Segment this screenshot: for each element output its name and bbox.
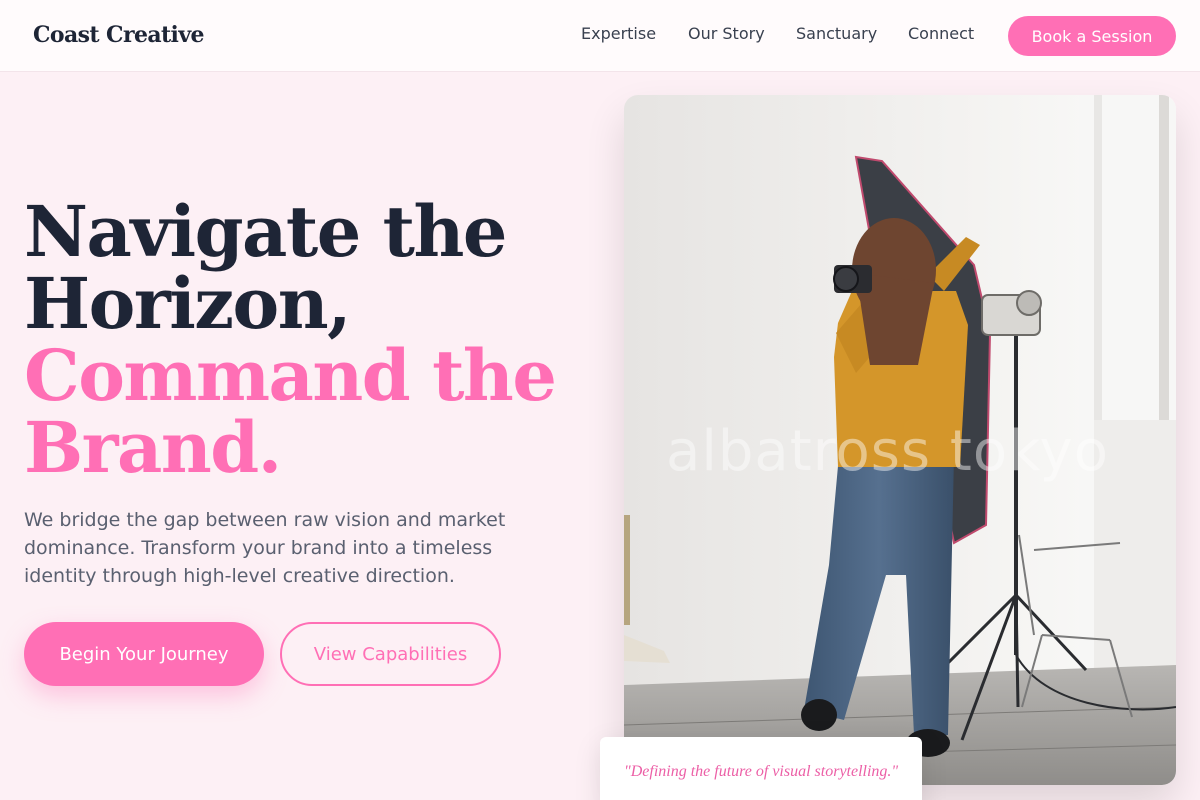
book-session-button[interactable]: Book a Session bbox=[1008, 16, 1176, 56]
hero-title: Navigate the Horizon, Command the Brand. bbox=[24, 196, 584, 484]
hero-title-line-4: Brand. bbox=[24, 406, 282, 489]
hero-subtitle: We bridge the gap between raw vision and… bbox=[24, 509, 506, 587]
quote-card: "Defining the future of visual storytell… bbox=[600, 737, 922, 800]
quote-text: "Defining the future of visual storytell… bbox=[624, 763, 899, 780]
site-header: Coast Creative Expertise Our Story Sanct… bbox=[0, 0, 1200, 72]
image-watermark: albatross tokyo bbox=[666, 419, 1109, 484]
nav-link-connect[interactable]: Connect bbox=[908, 24, 974, 43]
hero-title-line-3: Command the bbox=[24, 334, 557, 417]
nav-link-sanctuary[interactable]: Sanctuary bbox=[796, 24, 877, 43]
hero-title-line-2: Horizon, bbox=[24, 262, 352, 345]
nav-link-our-story[interactable]: Our Story bbox=[688, 24, 765, 43]
begin-journey-button[interactable]: Begin Your Journey bbox=[24, 622, 264, 686]
hero-title-line-1: Navigate the bbox=[24, 190, 507, 273]
hero-photo: albatross tokyo bbox=[624, 95, 1176, 785]
view-capabilities-button[interactable]: View Capabilities bbox=[280, 622, 501, 686]
nav-link-expertise[interactable]: Expertise bbox=[581, 24, 656, 43]
